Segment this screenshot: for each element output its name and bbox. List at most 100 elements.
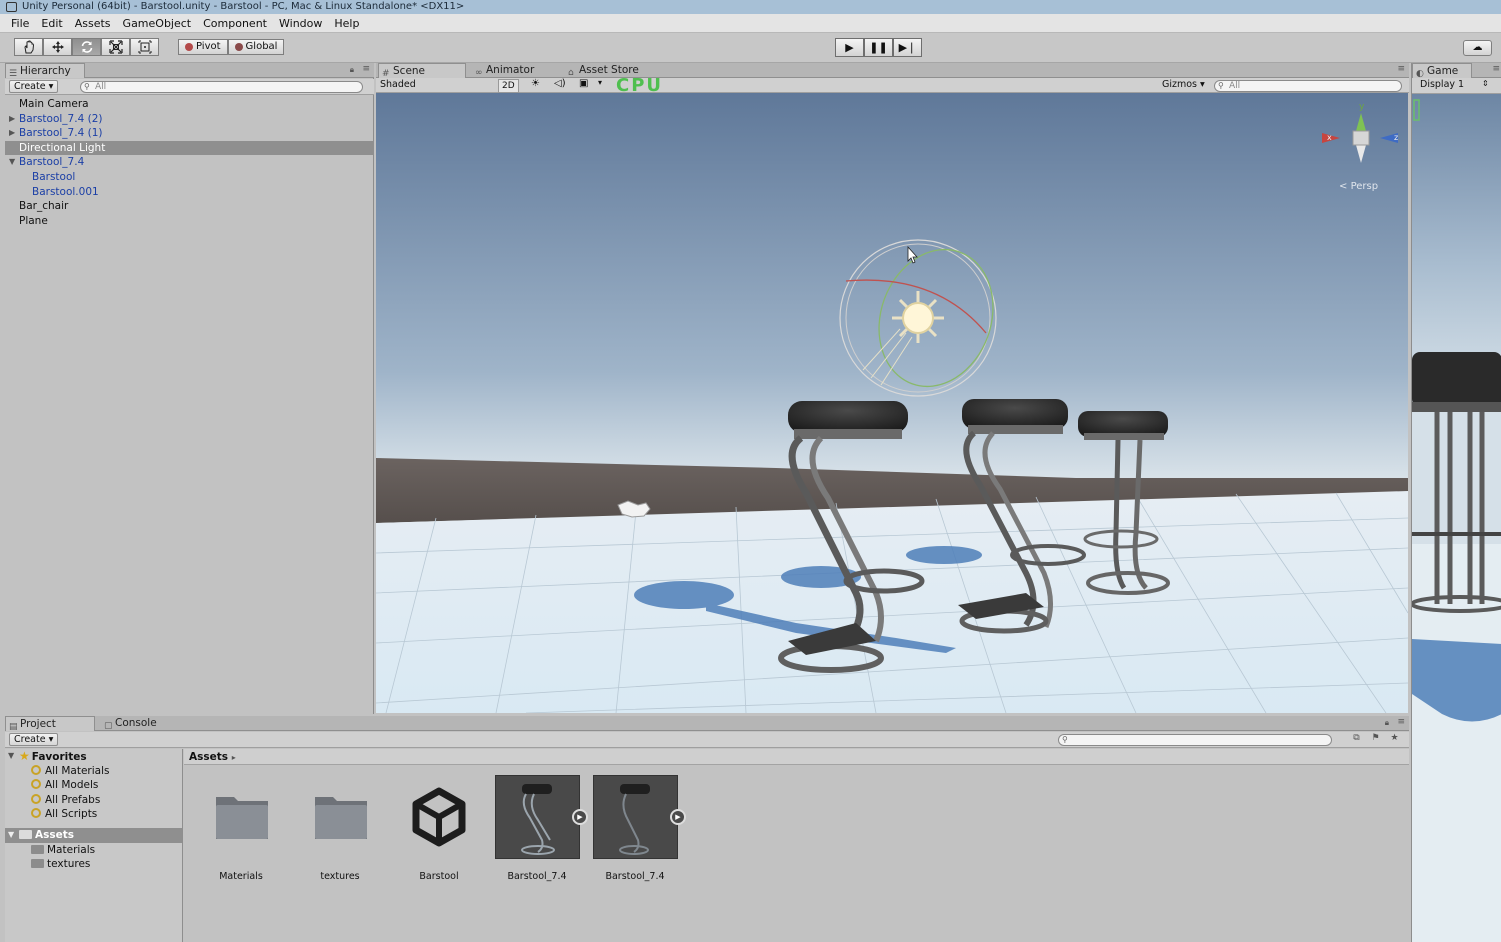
tree-assets[interactable]: ▼ Assets [5, 827, 182, 843]
rotate-tool-button[interactable] [72, 38, 101, 56]
menu-gameobject[interactable]: GameObject [117, 17, 198, 30]
display-label: Display 1 [1420, 79, 1465, 90]
project-tabbar: ▤ Project ▢ Console 🔒︎ ≡ [5, 716, 1409, 732]
image-icon[interactable]: ▣ [579, 78, 588, 89]
project-filter-buttons: ⧉ ⚑ ★ [1348, 733, 1403, 746]
filter-label-icon[interactable]: ⚑ [1367, 733, 1384, 746]
collapse-arrow-icon[interactable]: ▶ [9, 112, 15, 127]
favorite-item-label: All Scripts [45, 808, 98, 821]
hierarchy-item[interactable]: Bar_chair [5, 199, 374, 214]
asset-item-barstool-model-2[interactable]: ▶ Barstool_7.4 [590, 775, 686, 885]
project-search-input[interactable] [1058, 734, 1332, 746]
menu-edit[interactable]: Edit [35, 17, 68, 30]
play-controls: ▶ ❚❚ ▶❘ [835, 38, 922, 57]
expand-arrow-icon: ▼ [8, 751, 15, 760]
menu-file[interactable]: File [0, 17, 35, 30]
tab-hierarchy[interactable]: ☰ Hierarchy [5, 63, 85, 79]
audio-icon[interactable]: ◁) [554, 78, 566, 89]
favorite-item[interactable]: All Scripts [5, 807, 182, 822]
asset-label: Barstool_7.4 [605, 871, 665, 882]
step-button[interactable]: ▶❘ [893, 38, 922, 57]
axis-x-label: x [1327, 133, 1332, 142]
tab-console[interactable]: ▢ Console [101, 716, 171, 731]
pivot-toggle[interactable]: Pivot [178, 39, 228, 55]
cloud-button[interactable]: ☁ [1463, 40, 1492, 56]
hierarchy-item[interactable]: Barstool [5, 170, 374, 185]
asset-folder-item[interactable]: Materials [5, 843, 182, 858]
hierarchy-item-label: Barstool [32, 170, 76, 183]
game-viewport[interactable] [1412, 94, 1501, 942]
folder-icon [19, 829, 32, 839]
move-tool-button[interactable] [43, 38, 72, 56]
hierarchy-item[interactable]: Barstool.001 [5, 185, 374, 200]
rect-tool-button[interactable] [130, 38, 159, 56]
panel-menu-icon[interactable]: ≡ [1492, 64, 1500, 74]
hierarchy-create-dropdown[interactable]: Create ▾ [9, 80, 59, 93]
hierarchy-item[interactable]: ▶ Barstool_7.4 (2) [5, 112, 374, 127]
menu-window[interactable]: Window [273, 17, 328, 30]
filter-type-icon[interactable]: ⧉ [1348, 733, 1365, 746]
asset-item-materials[interactable]: Materials [196, 775, 286, 885]
window-titlebar: Unity Personal (64bit) - Barstool.unity … [0, 0, 1501, 14]
barstool-thumbnail-icon [521, 784, 555, 855]
tab-scene[interactable]: # Scene [378, 63, 466, 79]
hierarchy-item[interactable]: Directional Light [5, 140, 374, 156]
play-button[interactable]: ▶ [835, 38, 864, 57]
search-icon [31, 808, 41, 819]
favorite-star-icon[interactable]: ★ [1386, 733, 1403, 746]
collapse-arrow-icon[interactable]: ▶ [9, 126, 15, 141]
gizmos-dropdown[interactable]: Gizmos ▾ [1162, 79, 1205, 91]
hierarchy-item[interactable]: Plane [5, 214, 374, 229]
tab-animator[interactable]: ∞ Animator [472, 63, 562, 78]
lock-icon[interactable]: 🔒︎ [350, 65, 354, 75]
hierarchy-item[interactable]: ▶ Barstool_7.4 (1) [5, 126, 374, 141]
search-icon [31, 793, 41, 804]
breadcrumb-assets[interactable]: Assets [189, 751, 228, 763]
expand-arrow-icon[interactable]: ▼ [9, 155, 15, 170]
create-label: Create [14, 81, 46, 92]
asset-item-textures[interactable]: textures [295, 775, 385, 885]
asset-label: Barstool [419, 871, 459, 882]
persp-label[interactable]: < Persp [1339, 181, 1378, 192]
menu-help[interactable]: Help [328, 17, 365, 30]
tab-game[interactable]: ◐ Game [1412, 63, 1472, 79]
axis-z-label: z [1394, 133, 1398, 142]
tab-project[interactable]: ▤ Project [5, 716, 95, 732]
hierarchy-item[interactable]: Main Camera [5, 97, 374, 112]
scene-tabbar: # Scene ∞ Animator ⌂ Asset Store ≡ [376, 63, 1409, 79]
pause-button[interactable]: ❚❚ [864, 38, 893, 57]
asset-folder-list: Materials textures [5, 843, 182, 872]
menu-assets[interactable]: Assets [69, 17, 117, 30]
hierarchy-search-input[interactable]: All [80, 81, 363, 93]
asset-item-barstool-model-1[interactable]: ▶ Barstool_7.4 [492, 775, 588, 885]
tree-favorites[interactable]: ▼ ★ Favorites [5, 749, 182, 764]
favorite-item-label: All Materials [45, 764, 110, 777]
hierarchy-item[interactable]: ▼ Barstool_7.4 [5, 155, 374, 170]
display-dropdown[interactable]: Display 1 [1420, 79, 1464, 91]
light-icon[interactable]: ☀ [531, 78, 540, 89]
chevron-down-icon[interactable]: ▾ [598, 78, 602, 87]
shading-mode-dropdown[interactable]: Shaded [380, 79, 416, 91]
hierarchy-item-label: Barstool_7.4 (1) [19, 127, 103, 140]
expand-play-icon[interactable]: ▶ [572, 809, 588, 825]
panel-menu-icon[interactable]: ≡ [1397, 717, 1405, 727]
favorite-item[interactable]: All Prefabs [5, 793, 182, 808]
project-create-dropdown[interactable]: Create ▾ [9, 733, 59, 746]
scene-viewport[interactable]: y x z < Persp [376, 93, 1408, 713]
global-toggle[interactable]: Global [227, 39, 285, 55]
scale-tool-button[interactable] [101, 38, 130, 56]
2d-toggle[interactable]: 2D [498, 79, 519, 93]
scene-search-input[interactable]: All [1214, 80, 1402, 92]
favorite-item[interactable]: All Models [5, 778, 182, 793]
chevron-updown-icon: ⇕ [1482, 79, 1489, 88]
menu-component[interactable]: Component [197, 17, 273, 30]
asset-item-barstool-scene[interactable]: Barstool [394, 775, 484, 885]
hand-tool-button[interactable] [14, 38, 43, 56]
panel-menu-icon[interactable]: ≡ [362, 64, 370, 74]
hierarchy-item-label: Main Camera [19, 98, 89, 110]
expand-play-icon[interactable]: ▶ [670, 809, 686, 825]
panel-menu-icon[interactable]: ≡ [1397, 64, 1405, 74]
lock-icon[interactable]: 🔒︎ [1385, 718, 1389, 728]
asset-folder-item[interactable]: textures [5, 857, 182, 872]
favorite-item[interactable]: All Materials [5, 764, 182, 779]
